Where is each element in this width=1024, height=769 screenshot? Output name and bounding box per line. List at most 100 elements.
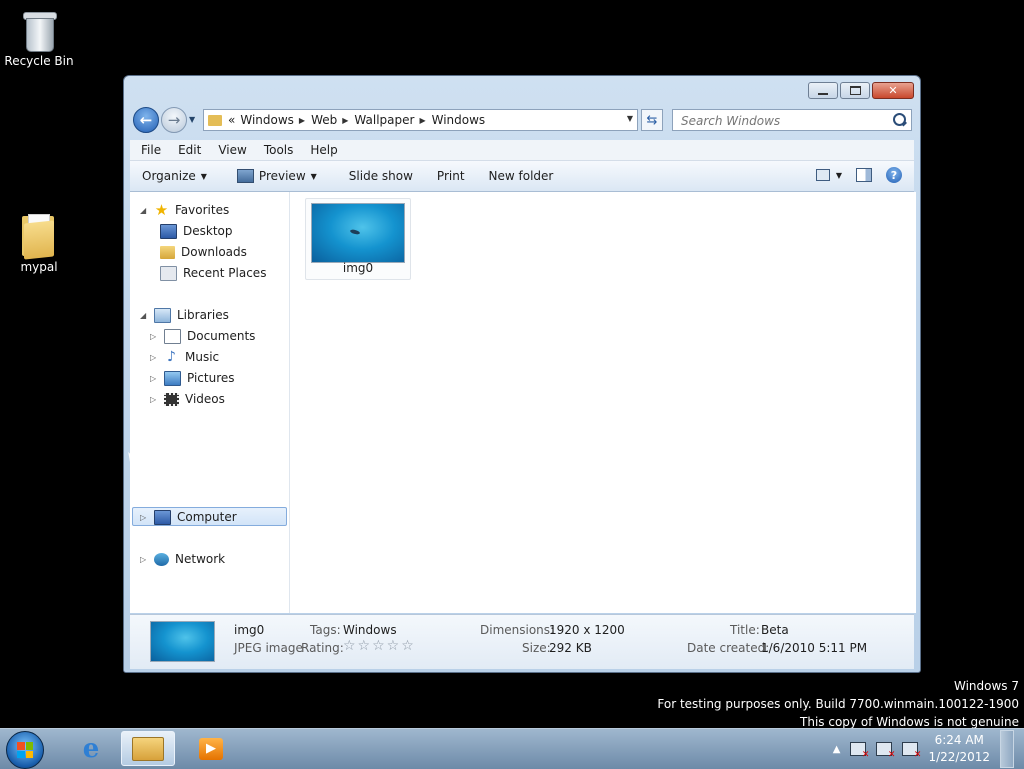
preview-label: Preview xyxy=(258,169,306,183)
maximize-button[interactable] xyxy=(840,82,870,99)
chevron-right-icon[interactable]: ▶ xyxy=(342,116,348,125)
nav-documents[interactable]: ▷ Documents xyxy=(150,326,255,346)
search-input[interactable] xyxy=(679,111,883,131)
nav-desktop[interactable]: Desktop xyxy=(160,221,233,241)
chevron-right-icon[interactable]: ▶ xyxy=(299,116,305,125)
menu-tools[interactable]: Tools xyxy=(253,143,300,157)
nav-libraries[interactable]: ◢ Libraries xyxy=(140,305,229,325)
minimize-button[interactable] xyxy=(808,82,838,99)
help-icon[interactable]: ? xyxy=(886,167,902,183)
refresh-button[interactable]: ⇆ xyxy=(641,109,663,131)
nav-network[interactable]: ▷ Network xyxy=(140,549,225,569)
windows-explorer-icon xyxy=(132,736,164,761)
nav-videos[interactable]: ▷ Videos xyxy=(150,389,225,409)
breadcrumb-overflow[interactable]: « xyxy=(228,113,235,127)
folder-icon xyxy=(208,114,222,126)
print-label: Print xyxy=(436,169,465,183)
taskbar: e ▶ ▲ 6:24 AM 1/22/2012 xyxy=(0,728,1024,769)
nav-music[interactable]: ▷ ♪ Music xyxy=(150,347,219,367)
start-button[interactable] xyxy=(6,731,44,769)
file-list: img0 xyxy=(290,192,916,613)
back-button[interactable]: ← xyxy=(133,107,159,133)
breadcrumb-web[interactable]: Web xyxy=(311,113,337,127)
expand-arrow-icon[interactable]: ▷ xyxy=(150,332,158,341)
menu-view[interactable]: View xyxy=(207,143,252,157)
nav-pictures-label: Pictures xyxy=(187,371,235,385)
expand-arrow-icon[interactable]: ▷ xyxy=(150,353,158,362)
taskbar-windows-explorer[interactable] xyxy=(121,731,175,766)
desktop-icon-recycle-bin[interactable]: Recycle Bin xyxy=(1,8,77,68)
command-bar-right: ▼ ? xyxy=(815,167,902,183)
details-tags-value[interactable]: Windows xyxy=(343,623,397,637)
preview-pane-icon[interactable] xyxy=(856,168,872,182)
action-center-icon[interactable] xyxy=(850,742,869,760)
documents-icon xyxy=(164,328,181,344)
recent-pages-dropdown[interactable]: ▼ xyxy=(189,115,199,125)
nav-favorites[interactable]: ◢ ★ Favorites xyxy=(140,200,229,220)
expand-arrow-icon[interactable]: ▷ xyxy=(150,374,158,383)
search-icon[interactable] xyxy=(893,113,906,126)
details-title-label: Title: xyxy=(730,623,760,637)
chevron-down-icon[interactable]: ▼ xyxy=(836,171,842,180)
desktop-icon-mypal[interactable]: mypal xyxy=(1,214,77,274)
details-created-value[interactable]: 1/6/2010 5:11 PM xyxy=(761,641,867,655)
new-folder-label: New folder xyxy=(488,169,554,183)
nav-recent-places[interactable]: Recent Places xyxy=(160,263,266,283)
collapse-arrow-icon[interactable]: ◢ xyxy=(140,206,148,215)
preview-button[interactable]: Preview ▼ xyxy=(217,169,327,183)
navigation-pane: ◢ ★ Favorites Desktop Downloads Recent P… xyxy=(130,192,290,613)
details-rating-label: Rating: xyxy=(301,641,344,655)
show-hidden-icons-icon[interactable]: ▲ xyxy=(833,744,841,755)
nav-network-label: Network xyxy=(175,552,226,566)
chevron-down-icon: ▼ xyxy=(200,171,207,181)
clock-time: 6:24 AM xyxy=(934,733,984,747)
details-size-label: Size: xyxy=(522,641,551,655)
network-status-icon[interactable] xyxy=(876,742,895,760)
menu-help[interactable]: Help xyxy=(299,143,343,157)
desktop-icon-label: Recycle Bin xyxy=(4,54,74,68)
collapse-arrow-icon[interactable]: ◢ xyxy=(140,311,148,320)
chevron-right-icon[interactable]: ▶ xyxy=(419,116,425,125)
slideshow-button[interactable]: Slide show xyxy=(327,169,423,183)
organize-label: Organize xyxy=(142,169,196,183)
menu-edit[interactable]: Edit xyxy=(167,143,207,157)
menu-file[interactable]: File xyxy=(130,143,167,157)
taskbar-internet-explorer[interactable]: e xyxy=(64,731,118,766)
expand-arrow-icon[interactable]: ▷ xyxy=(140,555,148,564)
pictures-icon xyxy=(164,370,181,386)
address-bar[interactable]: « Windows ▶ Web ▶ Wallpaper ▶ Windows ▼ xyxy=(203,109,638,131)
rating-stars[interactable]: ☆☆☆☆☆ xyxy=(343,638,416,654)
file-name: img0 xyxy=(342,261,374,275)
taskbar-media-player[interactable]: ▶ xyxy=(184,731,238,766)
print-button[interactable]: Print xyxy=(423,169,475,183)
details-tags-label: Tags: xyxy=(310,623,341,637)
chevron-down-icon[interactable]: ▼ xyxy=(627,114,633,123)
nav-downloads[interactable]: Downloads xyxy=(160,242,247,262)
nav-recent-label: Recent Places xyxy=(183,266,267,280)
details-pane: img0 JPEG image Tags: Windows Rating: ☆☆… xyxy=(130,614,914,669)
expand-arrow-icon[interactable]: ▷ xyxy=(140,513,148,522)
nav-pictures[interactable]: ▷ Pictures xyxy=(150,368,235,388)
preview-icon xyxy=(236,169,254,183)
volume-muted-icon[interactable] xyxy=(902,742,921,760)
breadcrumb-wallpaper[interactable]: Wallpaper xyxy=(354,113,414,127)
organize-button[interactable]: Organize ▼ xyxy=(130,169,217,183)
arrow-left-icon: ← xyxy=(139,111,153,129)
close-button[interactable]: ✕ xyxy=(872,82,914,99)
breadcrumb-windows-current[interactable]: Windows xyxy=(432,113,486,127)
details-title-value[interactable]: Beta xyxy=(761,623,789,637)
breadcrumb-windows[interactable]: Windows xyxy=(240,113,294,127)
details-dimensions-label: Dimensions: xyxy=(480,623,555,637)
change-view-icon[interactable] xyxy=(815,169,830,181)
file-item[interactable]: img0 xyxy=(305,198,411,280)
new-folder-button[interactable]: New folder xyxy=(475,169,564,183)
command-bar: Organize ▼ Preview ▼ Slide show Print Ne… xyxy=(130,161,914,192)
expand-arrow-icon[interactable]: ▷ xyxy=(150,395,158,404)
search-box[interactable] xyxy=(672,109,912,131)
forward-button[interactable]: → xyxy=(161,107,187,133)
libraries-icon xyxy=(154,307,171,323)
show-desktop-button[interactable] xyxy=(1000,730,1014,768)
recycle-bin-icon xyxy=(21,8,57,52)
clock[interactable]: 6:24 AM 1/22/2012 xyxy=(928,732,990,766)
nav-computer[interactable]: ▷ Computer xyxy=(140,507,237,527)
